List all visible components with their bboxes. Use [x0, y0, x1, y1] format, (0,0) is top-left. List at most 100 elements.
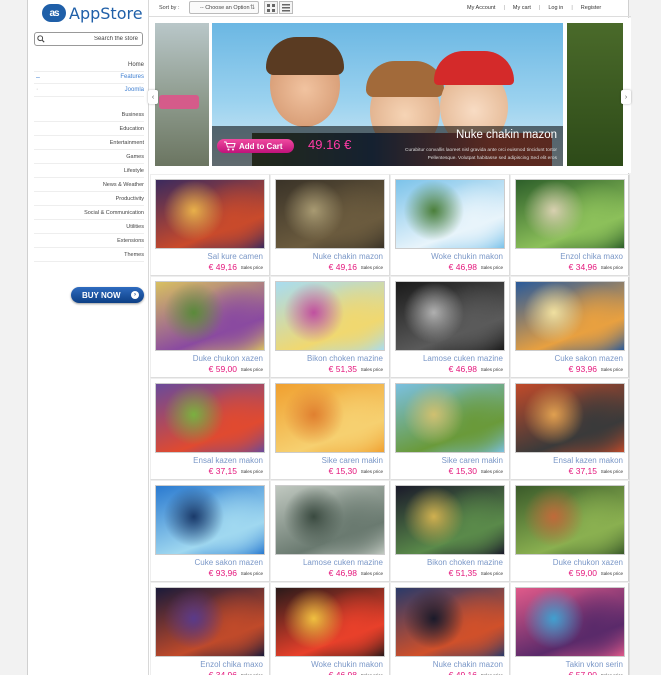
- next-slide-preview[interactable]: [567, 23, 623, 166]
- product-card[interactable]: Cuke sakon mazen € 93,96 Sales price: [510, 276, 630, 378]
- category-item[interactable]: Extensions: [34, 234, 144, 248]
- login-link[interactable]: Log in: [548, 5, 563, 11]
- product-name[interactable]: Cuke sakon mazen: [195, 558, 263, 567]
- my-account-link[interactable]: My Account: [467, 5, 495, 11]
- product-price: € 15,30: [328, 466, 357, 476]
- buy-now-button[interactable]: BUY NOW ›: [71, 287, 144, 303]
- product-card[interactable]: Nuke chakin mazon€ 49,16Sales price: [390, 582, 510, 675]
- product-name[interactable]: Bikon choken mazine: [307, 354, 383, 363]
- product-name[interactable]: Lamose cuken mazine: [303, 558, 383, 567]
- list-view-button[interactable]: [279, 1, 293, 14]
- product-name[interactable]: Takin vkon serin: [566, 660, 623, 669]
- product-card[interactable]: Ensal kazen makon € 37,15 Sales price: [150, 378, 270, 480]
- product-name[interactable]: Sike caren makin: [442, 456, 503, 465]
- product-name[interactable]: Woke chukin makon: [311, 660, 383, 669]
- product-card[interactable]: Sike caren makin € 15,30 Sales price: [390, 378, 510, 480]
- category-item[interactable]: Utilities: [34, 220, 144, 234]
- product-card[interactable]: Bikon choken mazine € 51,35 Sales price: [270, 276, 390, 378]
- product-thumbnail[interactable]: [275, 281, 385, 351]
- product-thumbnail[interactable]: [515, 383, 625, 453]
- product-card[interactable]: Lamose cuken mazine € 46,98 Sales price: [390, 276, 510, 378]
- sort-select[interactable]: -- Choose an Option ⇅: [189, 1, 259, 14]
- product-thumbnail[interactable]: [515, 179, 625, 249]
- separator: |: [503, 5, 505, 11]
- category-item[interactable]: Education: [34, 122, 144, 136]
- product-thumbnail[interactable]: [395, 383, 505, 453]
- nav-item-joomla[interactable]: · Joomla: [34, 84, 144, 97]
- slider-prev-arrow[interactable]: ‹: [148, 90, 158, 104]
- product-name[interactable]: Sike caren makin: [322, 456, 383, 465]
- search-icon[interactable]: [35, 33, 47, 45]
- register-link[interactable]: Register: [581, 5, 601, 11]
- category-item[interactable]: Business: [34, 108, 144, 122]
- category-item[interactable]: Productivity: [34, 192, 144, 206]
- product-name[interactable]: Ensal kazen makon: [553, 456, 623, 465]
- slider-next-arrow[interactable]: ›: [621, 90, 631, 104]
- product-thumbnail[interactable]: [275, 383, 385, 453]
- product-thumbnail[interactable]: [155, 383, 265, 453]
- product-thumbnail[interactable]: [275, 485, 385, 555]
- product-card[interactable]: Sal kure camen € 49,16 Sales price: [150, 174, 270, 276]
- product-thumbnail[interactable]: [155, 485, 265, 555]
- product-card[interactable]: Enzol chika maxo€ 34,96Sales price: [150, 582, 270, 675]
- product-thumbnail[interactable]: [155, 587, 265, 657]
- product-card[interactable]: Bikon choken mazine € 51,35 Sales price: [390, 480, 510, 582]
- product-card[interactable]: Enzol chika maxo€ 34,96Sales price: [510, 174, 630, 276]
- category-nav: Business Education Entertainment Games L…: [34, 108, 144, 262]
- product-thumbnail[interactable]: [515, 587, 625, 657]
- category-item[interactable]: Themes: [34, 248, 144, 262]
- product-thumbnail[interactable]: [395, 179, 505, 249]
- category-item[interactable]: Social & Communication: [34, 206, 144, 220]
- product-price: € 46,98: [448, 262, 477, 272]
- product-card[interactable]: Duke chukon xazen € 59,00 Sales price: [150, 276, 270, 378]
- product-name[interactable]: Enzol chika maxo: [560, 252, 623, 261]
- product-card[interactable]: Woke chukin makon€ 46,98Sales price: [390, 174, 510, 276]
- my-cart-link[interactable]: My cart: [513, 5, 531, 11]
- grid-view-button[interactable]: [264, 1, 278, 14]
- product-name[interactable]: Bikon choken mazine: [427, 558, 503, 567]
- product-card[interactable]: Duke chukon xazen € 59,00 Sales price: [510, 480, 630, 582]
- product-name[interactable]: Woke chukin makon: [431, 252, 503, 261]
- product-name[interactable]: Nuke chakin mazon: [313, 252, 383, 261]
- product-name[interactable]: Sal kure camen: [207, 252, 263, 261]
- product-card[interactable]: Woke chukin makon€ 46,98Sales price: [270, 582, 390, 675]
- product-thumbnail[interactable]: [515, 281, 625, 351]
- product-name[interactable]: Nuke chakin mazon: [433, 660, 503, 669]
- product-card[interactable]: Lamose cuken mazine € 46,98 Sales price: [270, 480, 390, 582]
- logo[interactable]: as AppStore: [42, 3, 143, 23]
- product-price: € 46,98: [448, 364, 477, 374]
- product-name[interactable]: Cuke sakon mazen: [555, 354, 623, 363]
- separator: |: [538, 5, 541, 11]
- list-view-icon: [282, 3, 290, 11]
- product-thumbnail[interactable]: [395, 485, 505, 555]
- product-card[interactable]: Sike caren makin € 15,30 Sales price: [270, 378, 390, 480]
- product-name[interactable]: Duke chukon xazen: [193, 354, 263, 363]
- product-thumbnail[interactable]: [275, 179, 385, 249]
- product-name[interactable]: Enzol chika maxo: [200, 660, 263, 669]
- search-box[interactable]: [34, 32, 143, 46]
- product-card[interactable]: Ensal kazen makon € 37,15 Sales price: [510, 378, 630, 480]
- category-item[interactable]: News & Weather: [34, 178, 144, 192]
- product-card[interactable]: Cuke sakon mazen € 93,96 Sales price: [150, 480, 270, 582]
- add-to-cart-button[interactable]: Add to Cart: [217, 139, 294, 153]
- product-card[interactable]: Takin vkon serin€ 57,90Sales price: [510, 582, 630, 675]
- product-thumbnail[interactable]: [395, 587, 505, 657]
- previous-slide-preview[interactable]: [155, 23, 209, 166]
- product-name[interactable]: Duke chukon xazen: [553, 558, 623, 567]
- product-card[interactable]: Nuke chakin mazon€ 49,16Sales price: [270, 174, 390, 276]
- category-item[interactable]: Lifestyle: [34, 164, 144, 178]
- category-item[interactable]: Games: [34, 150, 144, 164]
- product-name[interactable]: Ensal kazen makon: [193, 456, 263, 465]
- product-thumbnail[interactable]: [275, 587, 385, 657]
- category-item[interactable]: Entertainment: [34, 136, 144, 150]
- product-thumbnail[interactable]: [155, 179, 265, 249]
- banner-title[interactable]: Nuke chakin mazon: [456, 129, 557, 141]
- product-thumbnail[interactable]: [515, 485, 625, 555]
- product-thumbnail[interactable]: [155, 281, 265, 351]
- product-thumbnail[interactable]: [395, 281, 505, 351]
- product-name[interactable]: Lamose cuken mazine: [423, 354, 503, 363]
- nav-item-home[interactable]: Home: [34, 59, 144, 72]
- search-input[interactable]: [47, 36, 142, 42]
- nav-item-features[interactable]: – Features: [34, 72, 144, 84]
- sales-price-label: Sales price: [240, 265, 263, 270]
